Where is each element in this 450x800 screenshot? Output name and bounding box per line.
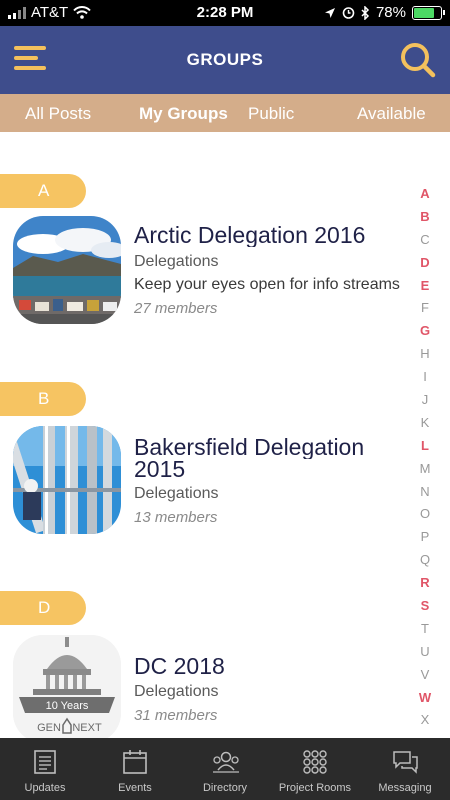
group-thumbnail <box>13 216 121 324</box>
nav-messaging[interactable]: Messaging <box>360 738 450 800</box>
app-header: GROUPS <box>0 26 450 94</box>
nav-messaging-label: Messaging <box>378 782 432 794</box>
alphabet-letter-e[interactable]: E <box>418 275 432 298</box>
section-header-a: A <box>0 174 86 208</box>
gennext-logo-icon: 10 Years GEN NEXT <box>13 635 121 738</box>
group-category: Delegations <box>134 485 219 502</box>
group-row-dc[interactable]: 10 Years GEN NEXT DC 2018 Delegations 31… <box>0 635 410 738</box>
tab-my-groups[interactable]: My Groups <box>139 104 228 124</box>
nav-events[interactable]: Events <box>90 738 180 800</box>
svg-text:NEXT: NEXT <box>72 722 102 734</box>
alphabet-letter-n[interactable]: N <box>418 481 432 504</box>
section-header-b: B <box>0 382 86 416</box>
alphabet-letter-u[interactable]: U <box>418 641 432 664</box>
filter-tabs: All Posts My Groups Public Available <box>0 94 450 132</box>
tab-all-posts[interactable]: All Posts <box>25 104 91 124</box>
search-button[interactable] <box>398 40 438 80</box>
page-title: GROUPS <box>186 50 264 69</box>
nav-project-rooms-label: Project Rooms <box>278 782 352 794</box>
alphabet-letter-p[interactable]: P <box>418 526 432 549</box>
svg-text:10 Years: 10 Years <box>46 700 89 712</box>
alphabet-letter-o[interactable]: O <box>418 503 432 526</box>
group-name-line-2: 2015 <box>134 458 186 481</box>
group-category: Delegations <box>134 253 219 270</box>
alphabet-letter-c[interactable]: C <box>418 229 432 252</box>
alphabet-letter-b[interactable]: B <box>418 206 432 229</box>
group-members: 27 members <box>134 300 218 317</box>
alphabet-letter-t[interactable]: T <box>418 618 432 641</box>
updates-icon <box>34 750 56 774</box>
group-row-bakersfield[interactable]: Bakersfield Delegation 2015 Delegations … <box>0 426 410 546</box>
group-description: Keep your eyes open for info streams <box>134 276 400 293</box>
battery-icon <box>412 5 445 20</box>
group-thumbnail: 10 Years GEN NEXT <box>13 635 121 738</box>
groups-list[interactable]: A Arctic Delegation 2016 Delegations Kee… <box>0 132 410 738</box>
group-name-line-1: Bakersfield Delegation <box>134 436 365 459</box>
alphabet-letter-g[interactable]: G <box>418 320 432 343</box>
svg-text:GEN: GEN <box>37 722 61 734</box>
group-name: DC 2018 <box>134 655 225 678</box>
group-members: 13 members <box>134 509 218 526</box>
tab-public[interactable]: Public <box>248 104 294 124</box>
group-name: Arctic Delegation 2016 <box>134 224 366 247</box>
status-right: 78% <box>324 4 445 21</box>
alarm-icon <box>342 7 355 19</box>
section-header-d: D <box>0 591 86 625</box>
group-category: Delegations <box>134 683 219 700</box>
alphabet-letter-r[interactable]: R <box>418 572 432 595</box>
group-row-arctic[interactable]: Arctic Delegation 2016 Delegations Keep … <box>0 216 410 336</box>
bluetooth-icon <box>361 5 370 20</box>
tab-available[interactable]: Available <box>357 104 426 124</box>
search-icon <box>401 43 436 78</box>
alphabet-letter-s[interactable]: S <box>418 595 432 618</box>
alphabet-letter-w[interactable]: W <box>418 687 432 710</box>
nav-project-rooms[interactable]: Project Rooms <box>270 738 360 800</box>
nav-events-label: Events <box>118 782 152 794</box>
people-icon <box>213 751 239 773</box>
calendar-icon <box>123 750 147 774</box>
chat-icon <box>393 751 418 774</box>
alphabet-index[interactable]: ABCDEFGHIJKLMNOPQRSTUVWX <box>418 183 432 732</box>
alphabet-letter-q[interactable]: Q <box>418 549 432 572</box>
alphabet-letter-l[interactable]: L <box>418 435 432 458</box>
alphabet-letter-a[interactable]: A <box>418 183 432 206</box>
alphabet-letter-f[interactable]: F <box>418 297 432 320</box>
alphabet-letter-j[interactable]: J <box>418 389 432 412</box>
alphabet-letter-x[interactable]: X <box>418 709 432 732</box>
group-members: 31 members <box>134 707 218 724</box>
nav-updates-label: Updates <box>24 782 66 794</box>
group-thumbnail <box>13 426 121 534</box>
alphabet-letter-i[interactable]: I <box>418 366 432 389</box>
nav-updates[interactable]: Updates <box>0 738 90 800</box>
grid-icon <box>303 750 327 774</box>
nav-directory[interactable]: Directory <box>180 738 270 800</box>
nav-directory-label: Directory <box>202 782 247 794</box>
alphabet-letter-k[interactable]: K <box>418 412 432 435</box>
location-icon <box>324 7 335 18</box>
alphabet-letter-v[interactable]: V <box>418 664 432 687</box>
alphabet-letter-d[interactable]: D <box>418 252 432 275</box>
battery-percent: 78% <box>375 4 406 21</box>
bottom-nav: Updates Events Directory Project Rooms M… <box>0 738 450 800</box>
alphabet-letter-m[interactable]: M <box>418 458 432 481</box>
status-bar: AT&T 2:28 PM 78% <box>0 0 450 26</box>
alphabet-letter-h[interactable]: H <box>418 343 432 366</box>
